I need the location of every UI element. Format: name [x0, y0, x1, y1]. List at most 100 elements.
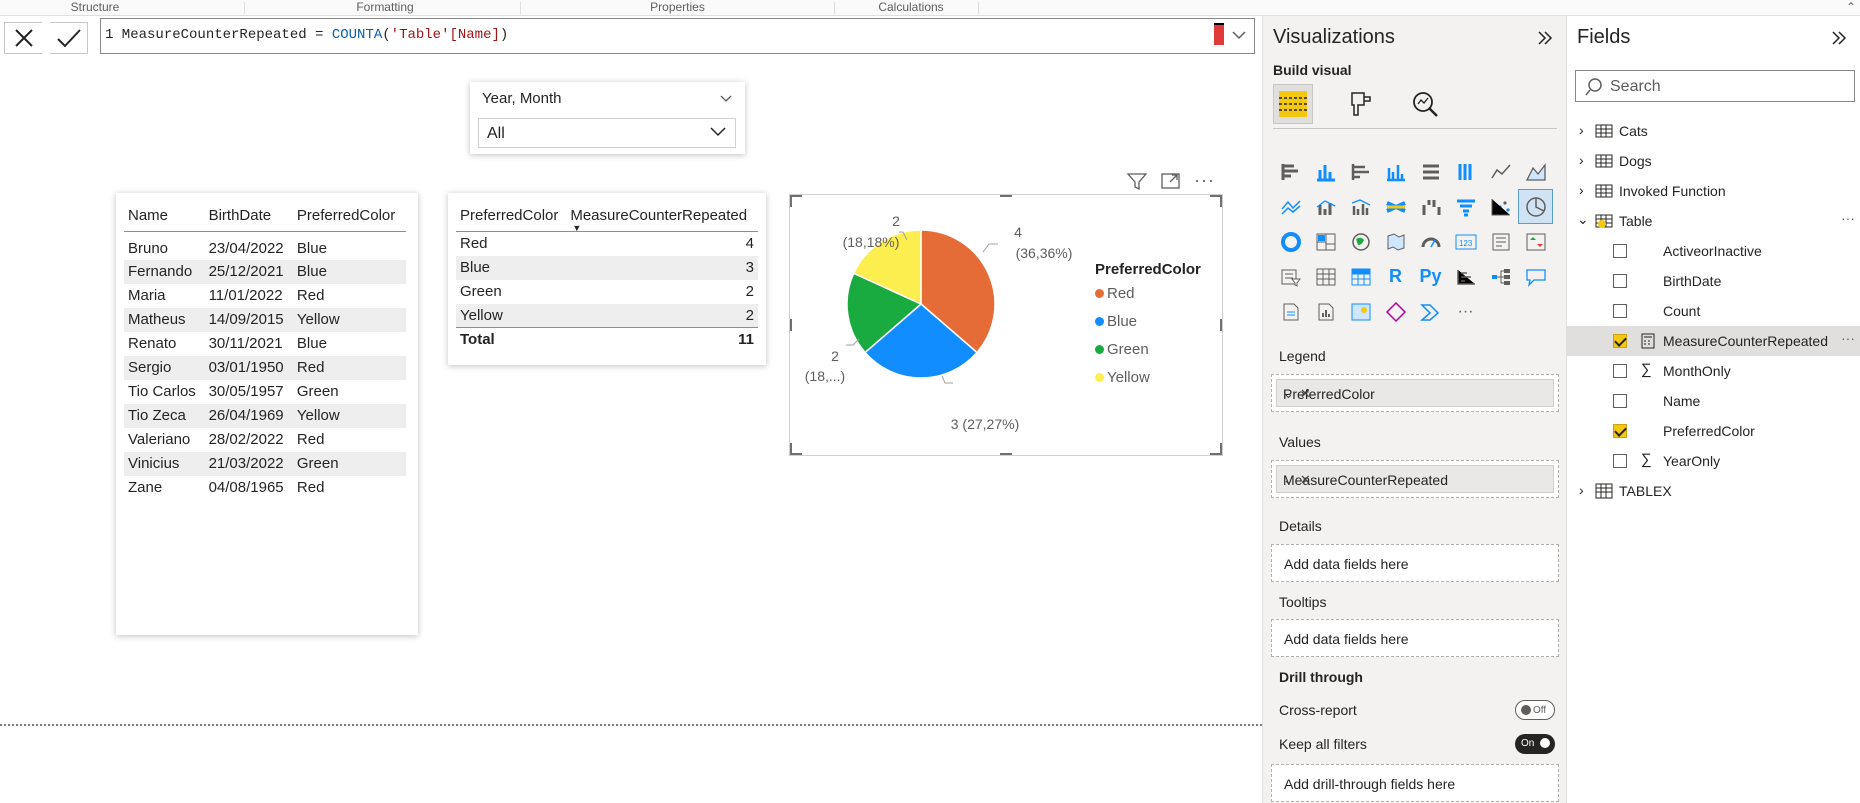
area-chart-icon[interactable]	[1518, 154, 1553, 189]
table-row[interactable]: Vinicius 21/03/2022 Green	[124, 451, 406, 476]
stacked-bar-icon[interactable]	[1273, 154, 1308, 189]
legend-item-blue[interactable]: Blue	[1095, 313, 1150, 341]
table-node-cats[interactable]: › Cats	[1567, 116, 1860, 146]
field-row-birthdate[interactable]: BirthDate	[1567, 266, 1860, 296]
column-header-measure[interactable]: MeasureCounterRepeated ▼	[566, 201, 758, 233]
smart-narrative-icon[interactable]	[1273, 294, 1308, 329]
pie-chart-visual[interactable]: 4 (36,36%) 3 (27,27%) 2 (18,...) 2 (18,18%) Pr…	[790, 195, 1222, 455]
legend-item-green[interactable]: Green	[1095, 341, 1150, 369]
table-node-dogs[interactable]: › Dogs	[1567, 146, 1860, 176]
field-row-monthonly[interactable]: ∑ MonthOnly	[1567, 356, 1860, 386]
slicer-dropdown[interactable]: All	[478, 118, 736, 148]
formula-input[interactable]: 1 MeasureCounterRepeated = COUNTA('Table…	[100, 18, 1255, 54]
values-field-pill[interactable]: MeasureCounterRepeated ⌄✕	[1276, 465, 1554, 493]
chevron-down-icon[interactable]	[719, 94, 733, 104]
chevron-down-icon[interactable]	[1230, 26, 1248, 44]
cross-report-toggle[interactable]: Off	[1515, 700, 1555, 720]
more-options-icon[interactable]: ···	[1194, 170, 1215, 191]
tooltips-well[interactable]: Add data fields here	[1271, 619, 1559, 657]
collapse-pane-icon[interactable]	[1830, 30, 1848, 46]
filter-icon[interactable]	[1126, 171, 1148, 191]
build-visual-tab[interactable]	[1273, 84, 1313, 124]
more-options-icon[interactable]: ···	[1841, 210, 1855, 226]
column-header-preferredcolor[interactable]: PreferredColor	[292, 201, 406, 232]
field-row-count[interactable]: Count	[1567, 296, 1860, 326]
table-icon[interactable]	[1308, 259, 1343, 294]
analytics-tab[interactable]	[1405, 84, 1445, 124]
chevron-down-icon[interactable]: ⌄	[1577, 211, 1589, 228]
legend-item-yellow[interactable]: Yellow	[1095, 369, 1150, 397]
table-row[interactable]: Tio Zeca 26/04/1969 Yellow	[124, 403, 406, 428]
ribbon-chart-icon[interactable]	[1378, 189, 1413, 224]
field-pill-controls[interactable]: ⌄✕	[1283, 472, 1547, 488]
stacked-column-icon[interactable]	[1308, 154, 1343, 189]
chevron-right-icon[interactable]: ›	[1579, 122, 1584, 138]
field-checkbox[interactable]	[1613, 244, 1627, 258]
color-count-table-visual[interactable]: PreferredColor MeasureCounterRepeated ▼ R…	[448, 193, 766, 365]
paginated-report-icon[interactable]	[1308, 294, 1343, 329]
more-options-icon[interactable]: ···	[1841, 330, 1855, 346]
column-header-preferredcolor[interactable]: PreferredColor	[456, 201, 567, 232]
collapse-pane-icon[interactable]	[1536, 30, 1554, 46]
map-icon[interactable]	[1343, 224, 1378, 259]
pie-chart-icon[interactable]	[1518, 189, 1553, 224]
table-node-invoked-function[interactable]: › Invoked Function	[1567, 176, 1860, 206]
focus-mode-icon[interactable]	[1160, 171, 1182, 191]
scatter-icon[interactable]	[1483, 189, 1518, 224]
field-pill-controls[interactable]: ⌄✕	[1283, 386, 1547, 402]
table-row[interactable]: Blue 3	[456, 255, 758, 280]
field-checkbox[interactable]	[1613, 454, 1627, 468]
table-row[interactable]: Maria 11/01/2022 Red	[124, 284, 406, 308]
decomposition-tree-icon[interactable]	[1483, 259, 1518, 294]
year-month-slicer[interactable]: Year, Month All	[470, 82, 745, 154]
table-row[interactable]: Yellow 2	[456, 303, 758, 328]
cancel-formula-button[interactable]	[4, 22, 42, 54]
key-influencers-icon[interactable]	[1448, 259, 1483, 294]
legend-well[interactable]: PreferredColor ⌄✕	[1271, 374, 1559, 412]
field-checkbox[interactable]	[1613, 274, 1627, 288]
table-row[interactable]: Tio Carlos 30/05/1957 Green	[124, 380, 406, 404]
keep-filters-toggle[interactable]: On	[1515, 734, 1555, 754]
line-chart-icon[interactable]	[1483, 154, 1518, 189]
table-row[interactable]: Bruno 23/04/2022 Blue	[124, 232, 406, 260]
kpi-icon[interactable]	[1518, 224, 1553, 259]
fields-search-input[interactable]: Search	[1575, 70, 1855, 102]
power-automate-icon[interactable]	[1413, 294, 1448, 329]
r-visual-icon[interactable]: R	[1378, 259, 1413, 294]
table-row[interactable]: Sergio 03/01/1950 Red	[124, 355, 406, 380]
legend-field-pill[interactable]: PreferredColor ⌄✕	[1276, 379, 1554, 407]
slicer-icon[interactable]	[1273, 259, 1308, 294]
commit-formula-button[interactable]	[50, 22, 88, 54]
matrix-icon[interactable]	[1343, 259, 1378, 294]
card-icon[interactable]: 123	[1448, 224, 1483, 259]
values-well[interactable]: MeasureCounterRepeated ⌄✕	[1271, 460, 1559, 498]
table-row[interactable]: Fernando 25/12/2021 Blue	[124, 259, 406, 284]
table-row[interactable]: Renato 30/11/2021 Blue	[124, 332, 406, 356]
line-stacked-column-icon[interactable]	[1308, 189, 1343, 224]
ribbon-collapse-icon[interactable]: ⌃	[1846, 0, 1856, 14]
donut-chart-icon[interactable]	[1273, 224, 1308, 259]
qna-icon[interactable]	[1518, 259, 1553, 294]
field-checkbox[interactable]	[1613, 364, 1627, 378]
100-stacked-column-icon[interactable]	[1448, 154, 1483, 189]
filled-map-icon[interactable]	[1378, 224, 1413, 259]
gauge-icon[interactable]	[1413, 224, 1448, 259]
field-checkbox[interactable]	[1613, 394, 1627, 408]
field-row-yearonly[interactable]: ∑ YearOnly	[1567, 446, 1860, 476]
table-node-table[interactable]: ⌄ Table ···	[1567, 206, 1860, 236]
clustered-column-icon[interactable]	[1378, 154, 1413, 189]
people-table-visual[interactable]: Name BirthDate PreferredColor Bruno 23/04…	[116, 193, 418, 635]
table-row[interactable]: Red 4	[456, 232, 758, 256]
line-clustered-column-icon[interactable]	[1343, 189, 1378, 224]
clustered-bar-icon[interactable]	[1343, 154, 1378, 189]
chevron-right-icon[interactable]: ›	[1579, 482, 1584, 498]
chevron-right-icon[interactable]: ›	[1579, 182, 1584, 198]
100-stacked-bar-icon[interactable]	[1413, 154, 1448, 189]
table-node-tablex[interactable]: › TABLEX	[1567, 476, 1860, 506]
field-checkbox-checked[interactable]	[1613, 334, 1627, 348]
legend-item-red[interactable]: Red	[1095, 285, 1150, 313]
funnel-icon[interactable]	[1448, 189, 1483, 224]
field-checkbox-checked[interactable]	[1613, 424, 1627, 438]
details-well[interactable]: Add data fields here	[1271, 544, 1559, 582]
column-header-name[interactable]: Name	[124, 201, 205, 232]
